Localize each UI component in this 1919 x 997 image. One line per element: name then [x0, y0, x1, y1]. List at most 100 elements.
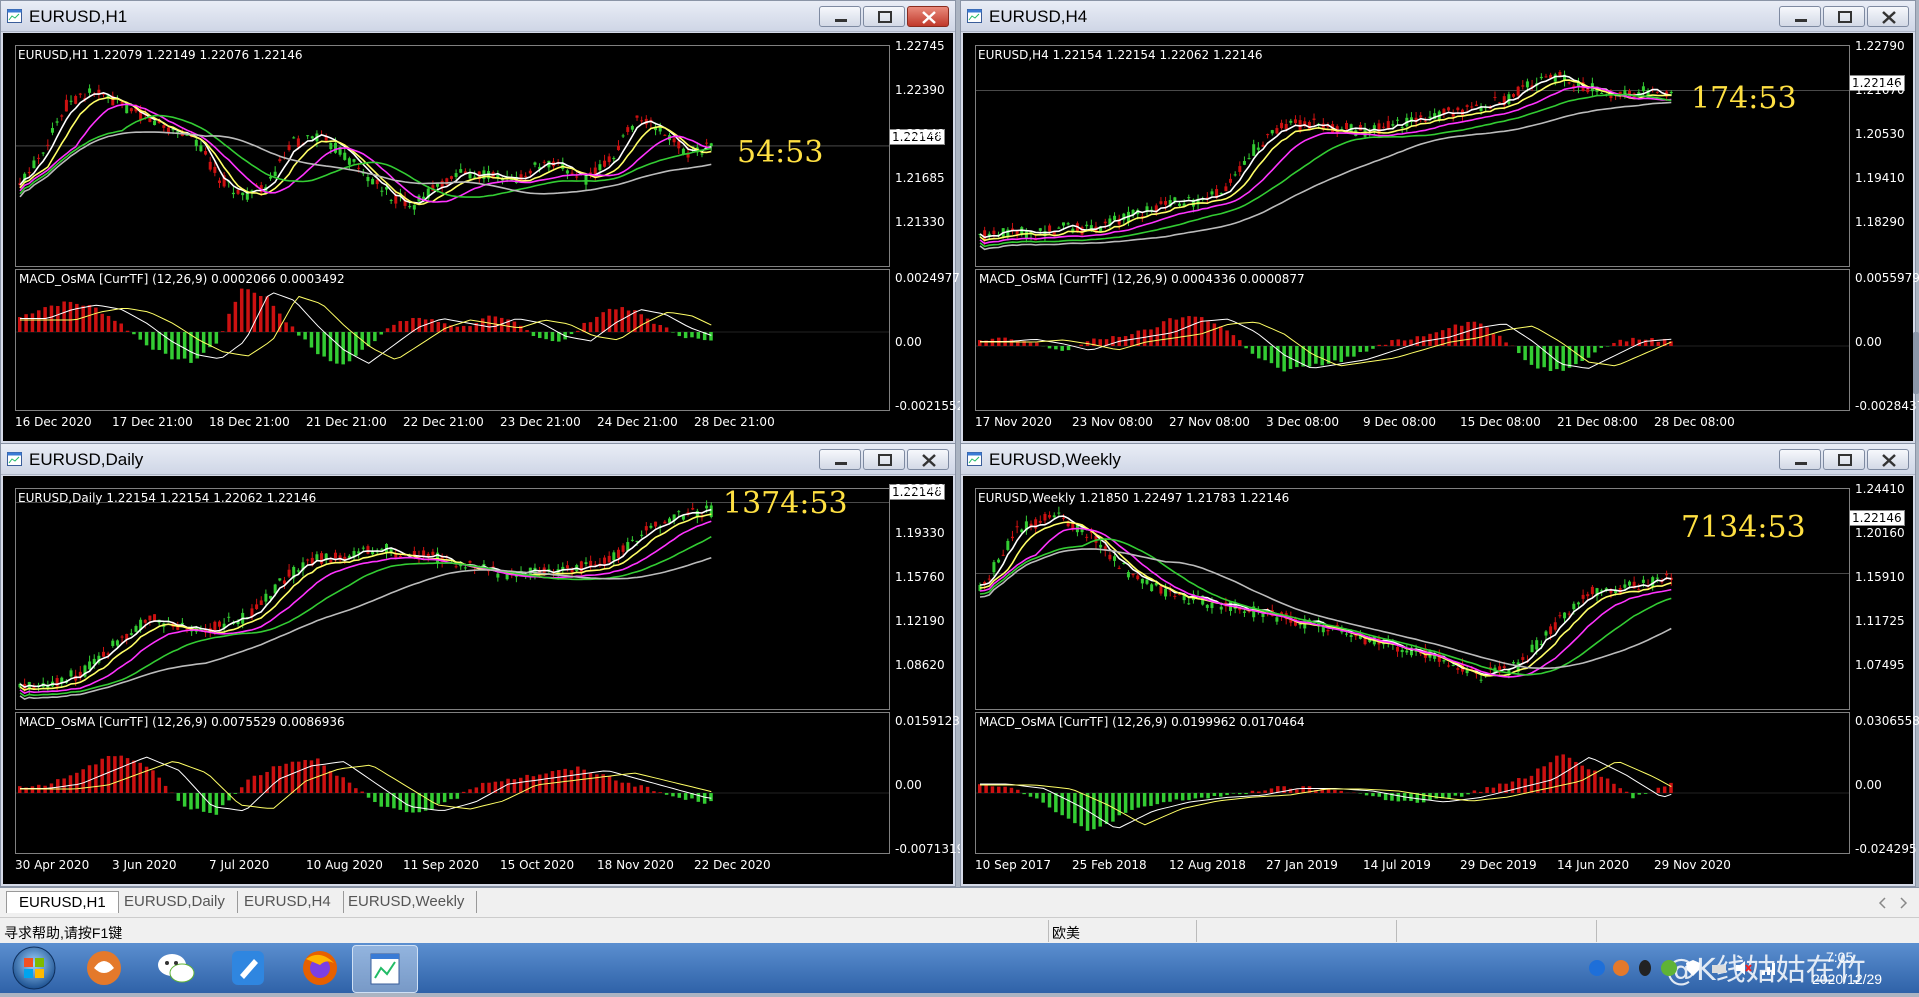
candle-body — [1540, 77, 1543, 78]
candle-timer: 1374:53 — [723, 486, 848, 521]
macd-panel[interactable]: MACD_OsMA [CurrTF] (12,26,9) 0.0004336 0… — [975, 269, 1850, 411]
status-profile[interactable]: 欧美 — [1052, 923, 1080, 943]
chart-window-h4[interactable]: EURUSD,H4 EURUSD,H4 1.22154 1.22154 1.22… — [960, 0, 1916, 444]
workspace-scrollbar[interactable] — [1913, 332, 1919, 394]
macd-histogram-bar — [418, 793, 422, 812]
candle-body — [1285, 124, 1288, 129]
macd-histogram-bar — [1619, 788, 1623, 793]
minimize-button[interactable] — [819, 449, 861, 470]
clock-date[interactable]: 2020/12/29 — [1812, 971, 1882, 987]
macd-histogram-bar — [1270, 788, 1274, 793]
chart-window-daily[interactable]: EURUSD,Daily EURUSD,Daily 1.22154 1.2215… — [0, 443, 956, 887]
tray-icon-wechat[interactable] — [1660, 959, 1678, 977]
candle-body — [1159, 586, 1162, 594]
minimize-button[interactable] — [819, 6, 861, 27]
tab-eurusd-h4[interactable]: EURUSD,H4 — [232, 891, 344, 913]
candle-body — [1057, 228, 1060, 229]
taskbar-wechat[interactable] — [144, 945, 208, 991]
macd-histogram-bar — [227, 314, 231, 332]
tray-icon-network[interactable] — [1710, 959, 1728, 977]
macd-histogram-bar — [1378, 793, 1382, 797]
macd-histogram-bar — [475, 787, 479, 793]
macd-histogram-bar — [608, 776, 612, 793]
macd-signal-line — [20, 762, 711, 809]
maximize-button[interactable] — [863, 6, 905, 27]
candle-body — [1628, 582, 1631, 586]
tray-icon-volume-muted[interactable] — [1734, 959, 1752, 977]
time-axis-label: 29 Nov 2020 — [1654, 858, 1731, 872]
taskbar-app-1[interactable] — [72, 945, 136, 991]
candle-body — [343, 153, 346, 160]
candle-body — [329, 143, 332, 149]
close-button[interactable] — [907, 449, 949, 470]
macd-histogram-bar — [56, 779, 60, 793]
tab-eurusd-daily[interactable]: EURUSD,Daily — [112, 891, 238, 913]
price-axis-label: 1.11725 — [1855, 614, 1905, 628]
chart-window-h1[interactable]: EURUSD,H1 EURUSD,H1 1.22079 1.22149 1.22… — [0, 0, 956, 444]
taskbar-metatrader[interactable] — [352, 945, 418, 993]
tray-icon-bluetooth[interactable] — [1588, 959, 1606, 977]
candle-body — [362, 548, 365, 549]
title-bar[interactable]: EURUSD,H4 — [961, 1, 1915, 32]
clock-time[interactable]: 7:05 — [1826, 949, 1853, 965]
macd-panel[interactable]: MACD_OsMA [CurrTF] (12,26,9) 0.0002066 0… — [15, 269, 890, 411]
price-panel[interactable]: EURUSD,H4 1.22154 1.22154 1.22062 1.2214… — [975, 45, 1850, 267]
taskbar-firefox[interactable] — [288, 945, 352, 991]
candle-body — [1424, 121, 1427, 122]
taskbar-app-3[interactable] — [216, 945, 280, 991]
minimize-button[interactable] — [1779, 6, 1821, 27]
maximize-button[interactable] — [1823, 449, 1865, 470]
maximize-button[interactable] — [863, 449, 905, 470]
macd-histogram-bar — [151, 332, 155, 350]
title-bar[interactable]: EURUSD,Weekly — [961, 444, 1915, 475]
close-button[interactable] — [1867, 449, 1909, 470]
maximize-icon — [864, 7, 906, 28]
start-button-icon[interactable] — [10, 944, 58, 992]
tab-eurusd-h1[interactable]: EURUSD,H1 — [6, 891, 119, 913]
macd-panel[interactable]: MACD_OsMA [CurrTF] (12,26,9) 0.0075529 0… — [15, 712, 890, 854]
chart-window-weekly[interactable]: EURUSD,Weekly EURUSD,Weekly 1.21850 1.22… — [960, 443, 1916, 887]
candle-body — [631, 540, 634, 541]
chart-area[interactable]: EURUSD,Weekly 1.21850 1.22497 1.21783 1.… — [963, 476, 1913, 884]
tray-icon-shield[interactable] — [1684, 959, 1702, 977]
candle-body — [1252, 144, 1255, 156]
macd-panel[interactable]: MACD_OsMA [CurrTF] (12,26,9) 0.0199962 0… — [975, 712, 1850, 854]
macd-histogram-bar — [405, 321, 409, 332]
chart-area[interactable]: EURUSD,H4 1.22154 1.22154 1.22062 1.2214… — [963, 33, 1913, 441]
candle-body — [1146, 580, 1149, 584]
chart-area[interactable]: EURUSD,H1 1.22079 1.22149 1.22076 1.2214… — [3, 33, 953, 441]
tab-scroll-right-icon[interactable] — [1896, 896, 1910, 910]
maximize-button[interactable] — [1823, 6, 1865, 27]
macd-signal-line — [20, 297, 711, 360]
chart-area[interactable]: EURUSD,Daily 1.22154 1.22154 1.22062 1.2… — [3, 476, 953, 884]
title-bar[interactable]: EURUSD,H1 — [1, 1, 955, 32]
tray-icon-qq[interactable] — [1636, 959, 1654, 977]
price-panel[interactable]: EURUSD,Daily 1.22154 1.22154 1.22062 1.2… — [15, 488, 890, 710]
macd-histogram-bar — [557, 770, 561, 793]
macd-histogram-bar — [1168, 793, 1172, 802]
tab-scroll-left-icon[interactable] — [1876, 896, 1890, 910]
tray-icon-signal[interactable] — [1760, 959, 1778, 977]
chart-window-icon — [7, 452, 22, 466]
macd-histogram-bar — [164, 786, 168, 793]
tab-eurusd-weekly[interactable]: EURUSD,Weekly — [336, 891, 477, 913]
time-axis-label: 14 Jul 2019 — [1363, 858, 1431, 872]
macd-histogram-bar — [1631, 338, 1635, 346]
macd-histogram-bar — [1282, 786, 1286, 793]
close-button[interactable] — [1867, 6, 1909, 27]
candle-body — [636, 116, 639, 118]
candle-body — [640, 120, 643, 121]
tray-icon-app[interactable] — [1612, 959, 1630, 977]
macd-histogram-bar — [132, 332, 136, 334]
candle-body — [218, 180, 221, 182]
minimize-button[interactable] — [1779, 449, 1821, 470]
macd-label: MACD_OsMA [CurrTF] (12,26,9) 0.0004336 0… — [979, 272, 1305, 286]
candle-body — [1531, 645, 1534, 652]
macd-histogram-bar — [1016, 790, 1020, 793]
close-button[interactable] — [907, 6, 949, 27]
title-bar[interactable]: EURUSD,Daily — [1, 444, 955, 475]
macd-histogram-bar — [196, 793, 200, 809]
macd-histogram-bar — [991, 786, 995, 793]
macd-histogram-bar — [1416, 336, 1420, 346]
macd-histogram-bar — [1295, 789, 1299, 793]
